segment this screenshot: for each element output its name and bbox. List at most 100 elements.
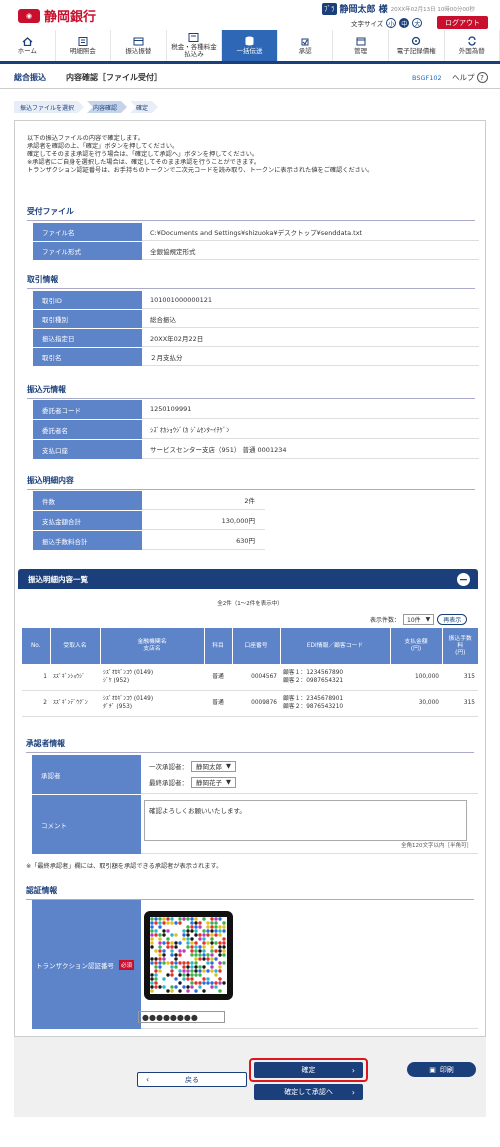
nav-transfer[interactable]: 振込振替 (111, 30, 167, 61)
qr-dot (202, 969, 206, 973)
qr-dot (222, 941, 226, 945)
qr-dot (210, 933, 214, 937)
show-count-select[interactable]: 10件 ▼ (403, 614, 435, 625)
table-row: 取引名 ２月支払分 (33, 348, 479, 367)
help-link[interactable]: ヘルプ? (452, 72, 488, 83)
qr-dot (170, 921, 174, 925)
nav-tax[interactable]: 税金・各種料金 払込み (167, 30, 223, 61)
bank-name: 静岡銀行 (44, 10, 97, 25)
qr-dot (190, 949, 194, 953)
qr-dot (186, 969, 190, 973)
table-row: 1 ｽｽﾞｷﾞﾝｼｮｳｼﾞ ｼｽﾞｵｶｷﾞﾝｺｳ (0149) ｼﾞｹ (952)… (22, 664, 478, 691)
row-label: 委託者名 (33, 420, 142, 439)
qr-dot (210, 969, 214, 973)
nav-label: ホーム (17, 46, 37, 55)
back-button[interactable]: ‹ 戻る (137, 1072, 247, 1087)
nav-forex[interactable]: 外国為替 (445, 30, 500, 61)
qr-dot (170, 989, 174, 993)
row-label: 取引種別 (33, 310, 142, 328)
qr-code (144, 911, 233, 1000)
cell-bank: ｼｽﾞｵｶｷﾞﾝｺｳ (0149) ｼﾞｹ (952) (100, 664, 204, 691)
qr-dot (202, 937, 206, 941)
qr-dot (194, 953, 198, 957)
detail-count-text: 全2件（1〜2件を表示中） (217, 601, 283, 607)
nav-approve[interactable]: 承認 (278, 30, 334, 61)
print-button[interactable]: ▣ 印刷 (407, 1062, 476, 1077)
qr-dot (218, 965, 222, 969)
qr-dot (190, 929, 194, 933)
qr-dot (222, 961, 226, 965)
final-approver-select[interactable]: 静岡花子 ▼ (191, 776, 236, 788)
qr-dot (198, 965, 202, 969)
nav-edocument[interactable]: 電子記録債権 (389, 30, 445, 61)
transfer-icon (133, 37, 144, 46)
qr-dot (198, 981, 202, 985)
qr-dot (198, 925, 202, 929)
qr-dot (154, 961, 158, 965)
qr-dot (198, 969, 202, 973)
qr-dot (158, 945, 162, 949)
collapse-icon[interactable]: − (457, 573, 470, 586)
database-icon (244, 36, 255, 46)
detail-list-title: 振込明細内容一覧 (28, 574, 88, 584)
nav-label: 電子記録債権 (396, 46, 436, 55)
row-label: 委託者コード (33, 400, 142, 419)
col-header: 口座番号 (232, 628, 281, 664)
detail-table: No. 受取人名 金融機関名 支店名 科目 口座番号 EDI情報／顧客コード 支… (22, 628, 478, 717)
logout-button[interactable]: ログアウト (437, 16, 488, 29)
confirm-approve-button[interactable]: 確定して承認へ › (254, 1084, 363, 1100)
nav-manage[interactable]: 管理 (333, 30, 389, 61)
transaction-auth-input[interactable]: ●●●●●●●● (138, 1011, 225, 1023)
row-value: ｼｽﾞｵｶｼｮｳｼﾞ(ｶ ｼﾞﾑｾﾝﾀｰｲﾁｹﾞﾝ (142, 420, 479, 439)
row-label: ファイル名 (33, 223, 142, 241)
branch-name: ｼﾞｹ (952) (103, 677, 130, 684)
qr-dot (174, 985, 178, 989)
manage-icon (355, 37, 366, 46)
qr-dot (170, 917, 174, 921)
qr-dot (218, 941, 222, 945)
table-header-row: No. 受取人名 金融機関名 支店名 科目 口座番号 EDI情報／顧客コード 支… (22, 628, 478, 664)
qr-dot (202, 981, 206, 985)
qr-dot (154, 917, 158, 921)
qr-dot (186, 917, 190, 921)
section-title: 総合振込 (14, 73, 46, 82)
qr-dot (182, 985, 186, 989)
qr-dot (210, 965, 214, 969)
nav-home[interactable]: ホーム (0, 30, 56, 61)
font-size-control: 文字サイズ 小 中 大 (351, 18, 423, 28)
nav-statement[interactable]: 明細照会 (56, 30, 112, 61)
bank-logo[interactable]: ◉ 静岡銀行 (18, 6, 96, 25)
cell-no: 1 (22, 664, 50, 691)
qr-dot (210, 961, 214, 965)
qr-dot (178, 981, 182, 985)
show-count-label: 表示件数： (370, 617, 401, 624)
font-size-medium[interactable]: 中 (399, 18, 410, 28)
comment-textarea[interactable]: 確認よろしくお願いいたします。 (144, 800, 467, 841)
table-row: 委託者コード 1250109991 (33, 400, 479, 420)
screen-code: BSGF102 (412, 73, 442, 82)
qr-dot (158, 917, 162, 921)
qr-dot (162, 929, 166, 933)
table-row: 委託者名 ｼｽﾞｵｶｼｮｳｼﾞ(ｶ ｼﾞﾑｾﾝﾀｰｲﾁｹﾞﾝ (33, 420, 479, 440)
qr-dot (194, 981, 198, 985)
redisplay-button[interactable]: 再表示 (437, 614, 468, 625)
qr-dot (178, 973, 182, 977)
qr-dot (202, 945, 206, 949)
cell-name: ｽｽﾞｷﾞﾝｼｮｳｼﾞ (50, 664, 100, 691)
qr-dot (150, 921, 154, 925)
first-approver-select[interactable]: 静岡太郎 ▼ (191, 760, 236, 772)
detail-list-header[interactable]: 振込明細内容一覧 − (18, 569, 478, 589)
qr-dot (206, 957, 210, 961)
row-value: サービスセンター支店（951） 普通 0001234 (142, 440, 479, 459)
nav-bulk[interactable]: 一括伝送 (222, 30, 278, 61)
qr-dot (198, 949, 202, 953)
qr-dot (174, 941, 178, 945)
qr-dot (222, 937, 226, 941)
qr-dot (198, 921, 202, 925)
table-row: 振込手数料合計 630円 (33, 531, 265, 551)
qr-dot (174, 953, 178, 957)
font-size-small[interactable]: 小 (386, 18, 397, 28)
font-size-large[interactable]: 大 (412, 18, 423, 28)
cell-type: 普通 (204, 664, 232, 691)
